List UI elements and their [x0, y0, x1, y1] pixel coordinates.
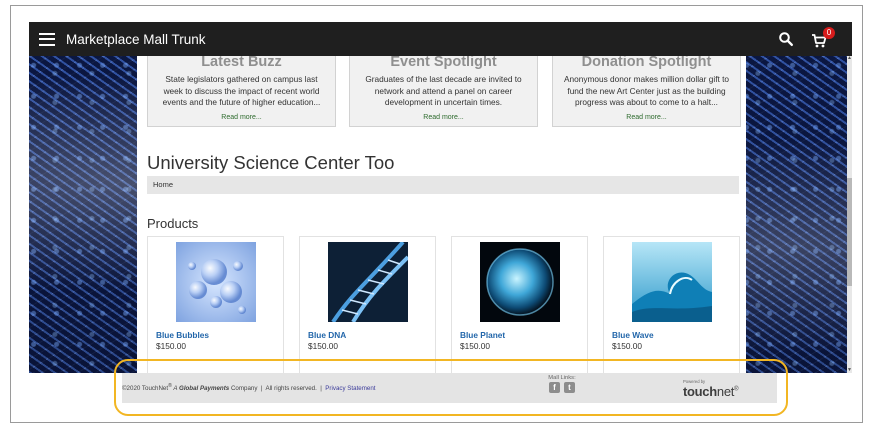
card-body: Graduates of the last decade are invited… — [365, 74, 522, 107]
product-price: $150.00 — [612, 341, 642, 351]
app-title[interactable]: Marketplace Mall Trunk — [66, 32, 206, 47]
planet-image[interactable] — [480, 242, 560, 322]
products-heading: Products — [147, 216, 199, 231]
vertical-scrollbar[interactable]: ▲ ▼ — [847, 56, 852, 373]
news-card-latest-buzz: Latest Buzz State legislators gathered o… — [147, 56, 336, 127]
product-card-blue-planet[interactable]: Blue Planet $150.00 — [451, 236, 588, 373]
top-navigation-bar: Marketplace Mall Trunk 0 — [29, 22, 852, 56]
card-body: State legislators gathered on campus las… — [162, 74, 321, 107]
powered-by-logo[interactable]: Powered by touchnet® — [683, 379, 745, 399]
facebook-icon[interactable]: f — [549, 382, 560, 393]
wave-image[interactable] — [632, 242, 712, 322]
cart-button[interactable]: 0 — [811, 27, 835, 49]
read-more-link[interactable]: Read more... — [350, 114, 537, 121]
privacy-statement-link[interactable]: Privacy Statement — [325, 385, 375, 392]
news-card-donation-spotlight: Donation Spotlight Anonymous donor makes… — [552, 56, 741, 127]
card-title: Event Spotlight — [390, 56, 497, 70]
copyright-text: ©2020 TouchNet® A Global Payments Compan… — [122, 383, 376, 393]
product-name[interactable]: Blue Bubbles — [156, 330, 209, 340]
scrollbar-thumb[interactable] — [847, 178, 852, 286]
page-footer: ©2020 TouchNet® A Global Payments Compan… — [122, 373, 777, 403]
twitter-icon[interactable]: t — [564, 382, 575, 393]
product-name[interactable]: Blue Planet — [460, 330, 505, 340]
card-title: Latest Buzz — [201, 56, 282, 70]
hamburger-menu-icon[interactable] — [39, 32, 55, 46]
breadcrumb-home[interactable]: Home — [147, 176, 739, 194]
read-more-link[interactable]: Read more... — [148, 114, 335, 121]
product-price: $150.00 — [308, 341, 338, 351]
news-card-event-spotlight: Event Spotlight Graduates of the last de… — [349, 56, 538, 127]
scroll-down-arrow-icon[interactable]: ▼ — [847, 368, 852, 373]
dna-image[interactable] — [328, 242, 408, 322]
main-content: Latest Buzz State legislators gathered o… — [137, 56, 746, 373]
card-body: Anonymous donor makes million dollar gif… — [563, 74, 730, 107]
product-name[interactable]: Blue Wave — [612, 330, 654, 340]
search-icon[interactable] — [778, 31, 794, 47]
product-price: $150.00 — [460, 341, 490, 351]
product-card-blue-bubbles[interactable]: Blue Bubbles $150.00 — [147, 236, 284, 373]
product-card-blue-dna[interactable]: Blue DNA $150.00 — [299, 236, 436, 373]
bubbles-image[interactable] — [176, 242, 256, 322]
product-name[interactable]: Blue DNA — [308, 330, 346, 340]
read-more-link[interactable]: Read more... — [553, 114, 740, 121]
mall-links: Mall Links: ft — [537, 375, 587, 399]
mall-links-label: Mall Links: — [548, 375, 576, 381]
scroll-up-arrow-icon[interactable]: ▲ — [847, 56, 852, 61]
product-price: $150.00 — [156, 341, 186, 351]
card-title: Donation Spotlight — [581, 56, 712, 70]
cart-count-badge: 0 — [823, 27, 835, 39]
store-title: University Science Center Too — [147, 152, 395, 173]
touchnet-logo: touchnet® — [683, 384, 739, 399]
product-card-blue-wave[interactable]: Blue Wave $150.00 — [603, 236, 740, 373]
